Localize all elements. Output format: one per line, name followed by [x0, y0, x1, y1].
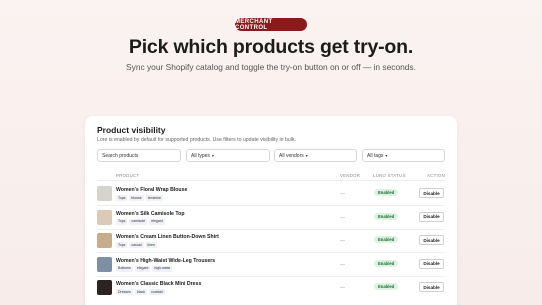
column-header-status: LURO STATUS	[373, 173, 406, 178]
product-tag: elegant	[149, 218, 165, 225]
product-tag: feminine	[145, 195, 163, 201]
product-tag: casual	[129, 242, 144, 248]
product-visibility-card: Product visibility Lore is enabled by de…	[85, 116, 457, 305]
disable-button[interactable]: Disable	[419, 282, 444, 292]
column-header-product: PRODUCT	[116, 173, 140, 178]
product-tag: elegant	[134, 265, 151, 272]
card-description: Lore is enabled by default for supported…	[97, 137, 296, 143]
page-title: Pick which products get try-on.	[128, 36, 414, 58]
table-row: Women's Floral Wrap Blouse Tops blouse fem…	[85, 183, 457, 206]
page-subtitle: Sync your Shopify catalog and toggle the…	[126, 62, 416, 72]
disable-button[interactable]: Disable	[419, 258, 444, 269]
product-name: Women's Silk Camisole Top	[116, 210, 185, 217]
product-tags: Dresses black cocktail	[116, 289, 165, 295]
status-badge: Enabled	[374, 259, 399, 267]
product-tag: Dresses	[116, 289, 133, 295]
product-tags: Tops casual linen	[116, 242, 157, 248]
header-divider	[97, 180, 445, 181]
status-badge: Enabled	[374, 189, 399, 196]
chevron-down-icon: ▾	[305, 153, 308, 158]
product-vendor: —	[340, 214, 345, 221]
merchant-control-badge: MERCHANT CONTROL	[235, 18, 307, 31]
product-tag: Tops	[116, 195, 128, 201]
disable-button[interactable]: Disable	[419, 188, 444, 198]
product-tag: Bottoms	[116, 265, 133, 272]
product-vendor: —	[340, 191, 345, 197]
product-tag: camisole	[129, 218, 148, 225]
product-tag: blouse	[129, 195, 144, 201]
product-thumbnail	[97, 280, 112, 295]
product-name: Women's Cream Linen Button-Down Shirt	[116, 234, 219, 240]
product-tags: Bottoms elegant high-waist	[116, 265, 173, 272]
disable-button[interactable]: Disable	[419, 211, 444, 222]
disable-button[interactable]: Disable	[419, 235, 444, 245]
status-badge: Enabled	[374, 283, 399, 290]
search-input[interactable]: Search products	[97, 149, 181, 162]
chevron-down-icon: ▾	[385, 153, 388, 158]
tag-filter-select[interactable]: All tags ▾	[362, 149, 445, 162]
status-badge: Enabled	[374, 236, 399, 243]
product-tag: cocktail	[149, 289, 165, 295]
table-row: Women's High-Waist Wide-Leg Trousers Bot…	[85, 254, 457, 277]
product-thumbnail	[97, 186, 112, 201]
product-tag: Tops	[116, 242, 128, 248]
product-vendor: —	[340, 261, 345, 268]
status-badge: Enabled	[374, 212, 399, 220]
column-header-vendor: VENDOR	[340, 173, 361, 178]
product-vendor: —	[340, 238, 345, 244]
vendor-filter-label: All vendors	[279, 152, 304, 159]
type-filter-select[interactable]: All types ▾	[186, 149, 270, 162]
product-tags: Tops blouse feminine	[116, 195, 163, 201]
product-thumbnail	[97, 233, 112, 248]
chevron-down-icon: ▾	[211, 153, 214, 158]
search-placeholder: Search products	[102, 152, 139, 159]
product-tag: high-waist	[152, 265, 173, 272]
product-name: Women's Classic Black Mini Dress	[116, 281, 202, 287]
table-row: Women's Cream Linen Button-Down Shirt To…	[85, 230, 457, 253]
product-tags: Tops camisole elegant	[116, 218, 165, 225]
card-title: Product visibility	[97, 125, 166, 135]
product-name: Women's Floral Wrap Blouse	[116, 187, 188, 193]
product-thumbnail	[97, 209, 112, 225]
column-header-action: ACTION	[427, 173, 446, 178]
table-row: Women's Classic Black Mini Dress Dresses…	[85, 277, 457, 300]
product-tag: Tops	[116, 218, 128, 225]
product-thumbnail	[97, 256, 112, 272]
vendor-filter-select[interactable]: All vendors ▾	[274, 149, 357, 162]
product-tag: black	[134, 289, 148, 295]
product-vendor: —	[340, 285, 345, 291]
tag-filter-label: All tags	[367, 152, 384, 159]
table-row: Women's Silk Camisole Top Tops camisole el…	[85, 207, 457, 230]
product-tag: linen	[145, 242, 157, 248]
type-filter-label: All types	[191, 152, 210, 159]
product-name: Women's High-Waist Wide-Leg Trousers	[116, 257, 216, 264]
